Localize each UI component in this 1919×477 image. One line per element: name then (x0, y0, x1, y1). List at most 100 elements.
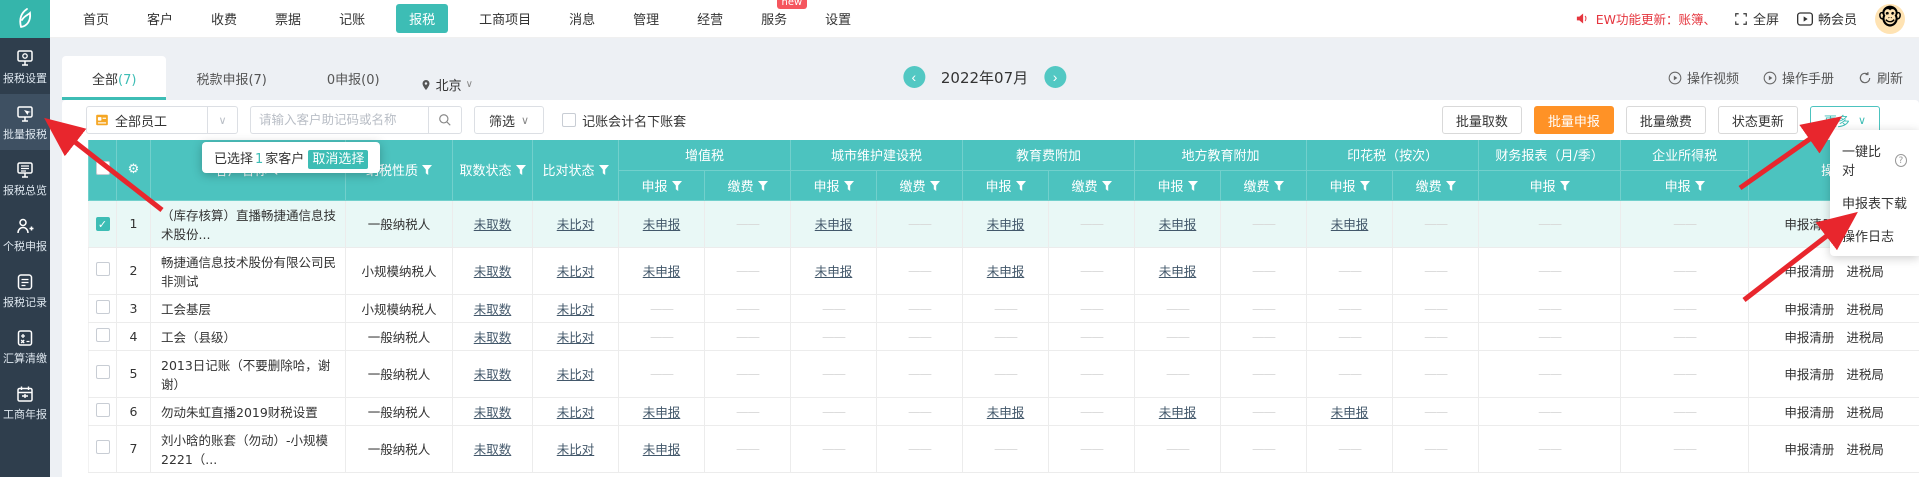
accountant-filter-checkbox[interactable]: 记账会计名下账套 (562, 111, 686, 130)
row-checkbox[interactable] (96, 328, 110, 342)
tab-0申报[interactable]: 0申报(0) (297, 56, 410, 100)
sidebar-item-汇算清缴[interactable]: 汇算清缴 (0, 318, 50, 374)
declare-status-link[interactable]: 未申报 (1159, 217, 1197, 232)
declare-status-link[interactable]: 未申报 (1159, 264, 1197, 279)
action-link-申报清册[interactable]: 申报清册 (1784, 217, 1834, 232)
client-name[interactable]: 2013日记账（不要删除哈，谢谢） (151, 350, 346, 397)
action-link-进税局[interactable]: 进税局 (1846, 367, 1884, 382)
tab-税款申报[interactable]: 税款申报(7) (166, 56, 296, 100)
action-link-申报清册[interactable]: 申报清册 (1784, 442, 1834, 457)
menu-item-操作日志[interactable]: 操作日志 (1830, 219, 1919, 252)
batch-pay-button[interactable]: 批量缴费 (1626, 106, 1706, 134)
row-checkbox[interactable] (96, 365, 110, 379)
sidebar-item-工商年报[interactable]: 工商年报 (0, 374, 50, 430)
action-link-进税局[interactable]: 进税局 (1846, 264, 1884, 279)
filter-funnel-icon[interactable] (516, 165, 526, 176)
prev-month-button[interactable]: ‹ (903, 66, 925, 88)
declare-status-link[interactable]: 未申报 (643, 405, 681, 420)
action-link-申报清册[interactable]: 申报清册 (1784, 405, 1834, 420)
compare-status-link[interactable]: 未比对 (557, 405, 595, 420)
nav-item-工商项目[interactable]: 工商项目 (479, 9, 531, 28)
announcement[interactable]: EW功能更新：账簿、 (1575, 9, 1716, 28)
menu-item-一键比对[interactable]: 一键比对? (1830, 134, 1919, 186)
app-logo[interactable] (0, 0, 50, 38)
action-link-进税局[interactable]: 进税局 (1846, 405, 1884, 420)
video-link[interactable]: 操作视频 (1668, 68, 1739, 87)
fullscreen-button[interactable]: 全屏 (1734, 9, 1779, 28)
nav-item-票据[interactable]: 票据 (275, 9, 301, 28)
declare-status-link[interactable]: 未申报 (815, 264, 853, 279)
declare-status-link[interactable]: 未申报 (643, 442, 681, 457)
filter-funnel-icon[interactable] (844, 181, 854, 192)
fetch-status-link[interactable]: 未取数 (474, 217, 512, 232)
filter-funnel-icon[interactable] (672, 181, 682, 192)
row-checkbox[interactable] (96, 440, 110, 454)
refresh-link[interactable]: 刷新 (1858, 68, 1903, 87)
batch-fetch-button[interactable]: 批量取数 (1442, 106, 1522, 134)
member-button[interactable]: 畅会员 (1797, 9, 1857, 28)
next-month-button[interactable]: › (1044, 66, 1066, 88)
nav-item-设置[interactable]: 设置 (825, 9, 851, 28)
filter-funnel-icon[interactable] (1016, 181, 1026, 192)
nav-item-首页[interactable]: 首页 (83, 9, 109, 28)
select-all-checkbox[interactable] (96, 161, 110, 175)
action-link-进税局[interactable]: 进税局 (1846, 302, 1884, 317)
filter-funnel-icon[interactable] (1446, 181, 1456, 192)
filter-funnel-icon[interactable] (599, 165, 609, 176)
fetch-status-link[interactable]: 未取数 (474, 367, 512, 382)
sidebar-item-报税设置[interactable]: 报税设置 (0, 38, 50, 94)
client-name[interactable]: 勿动朱虹直播2019财税设置 (151, 397, 346, 425)
fetch-status-link[interactable]: 未取数 (474, 302, 512, 317)
fetch-status-link[interactable]: 未取数 (474, 264, 512, 279)
declare-status-link[interactable]: 未申报 (1331, 217, 1369, 232)
compare-status-link[interactable]: 未比对 (557, 330, 595, 345)
action-link-申报清册[interactable]: 申报清册 (1784, 330, 1834, 345)
sidebar-item-报税记录[interactable]: 报税记录 (0, 262, 50, 318)
client-name[interactable]: （库存核算）直播畅捷通信息技术股份... (151, 200, 346, 247)
row-checkbox[interactable] (96, 403, 110, 417)
nav-item-经营[interactable]: 经营 (697, 9, 723, 28)
declare-status-link[interactable]: 未申报 (987, 217, 1025, 232)
menu-item-申报表下载[interactable]: 申报表下载 (1830, 186, 1919, 219)
nav-item-收费[interactable]: 收费 (211, 9, 237, 28)
compare-status-link[interactable]: 未比对 (557, 367, 595, 382)
sidebar-item-批量报税[interactable]: 批量报税 (0, 94, 50, 150)
fetch-status-link[interactable]: 未取数 (474, 442, 512, 457)
user-avatar[interactable]: 🐵 (1875, 4, 1905, 34)
sidebar-item-报税总览[interactable]: 报税总览 (0, 150, 50, 206)
filter-funnel-icon[interactable] (422, 165, 432, 176)
batch-declare-button[interactable]: 批量申报 (1534, 106, 1614, 134)
client-name[interactable]: 刘小晗的账套（勿动）-小规模2221（... (151, 425, 346, 472)
search-input[interactable] (250, 106, 428, 134)
action-link-进税局[interactable]: 进税局 (1846, 442, 1884, 457)
action-link-进税局[interactable]: 进税局 (1846, 330, 1884, 345)
filter-funnel-icon[interactable] (758, 181, 768, 192)
filter-funnel-icon[interactable] (930, 181, 940, 192)
row-checkbox[interactable] (96, 300, 110, 314)
declare-status-link[interactable]: 未申报 (987, 264, 1025, 279)
action-link-申报清册[interactable]: 申报清册 (1784, 264, 1834, 279)
declare-status-link[interactable]: 未申报 (1159, 405, 1197, 420)
nav-item-服务[interactable]: 服务new (761, 9, 787, 28)
nav-item-客户[interactable]: 客户 (147, 9, 173, 28)
search-button[interactable] (428, 106, 462, 134)
filter-funnel-icon[interactable] (1695, 181, 1705, 192)
client-name[interactable]: 工会基层 (151, 294, 346, 322)
nav-item-报税[interactable]: 报税 (396, 4, 448, 33)
checkbox[interactable] (562, 113, 576, 127)
action-link-申报清册[interactable]: 申报清册 (1784, 367, 1834, 382)
declare-status-link[interactable]: 未申报 (987, 405, 1025, 420)
compare-status-link[interactable]: 未比对 (557, 264, 595, 279)
employee-select[interactable]: 全部员工 ∨ (86, 106, 238, 134)
compare-status-link[interactable]: 未比对 (557, 442, 595, 457)
sidebar-item-个税申报[interactable]: 个税申报 (0, 206, 50, 262)
filter-button[interactable]: 筛选 ∨ (474, 106, 544, 134)
filter-funnel-icon[interactable] (1188, 181, 1198, 192)
declare-status-link[interactable]: 未申报 (643, 217, 681, 232)
cancel-selection-link[interactable]: 取消选择 (308, 150, 368, 169)
declare-status-link[interactable]: 未申报 (815, 217, 853, 232)
nav-item-消息[interactable]: 消息 (569, 9, 595, 28)
declare-status-link[interactable]: 未申报 (1331, 405, 1369, 420)
filter-funnel-icon[interactable] (1360, 181, 1370, 192)
declare-status-link[interactable]: 未申报 (643, 264, 681, 279)
